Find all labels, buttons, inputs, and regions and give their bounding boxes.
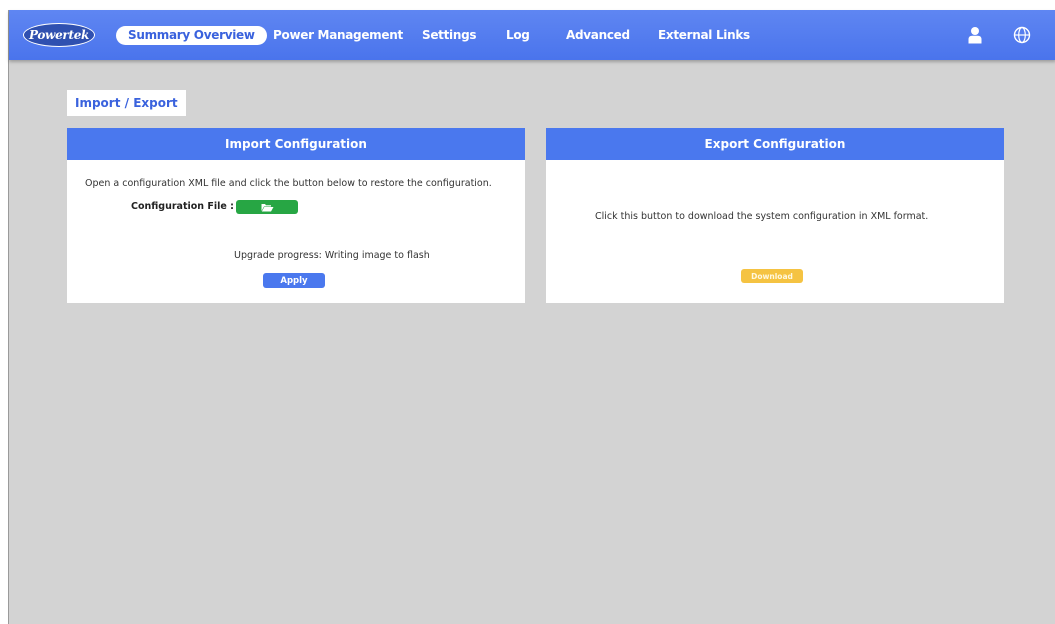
download-button[interactable]: Download — [741, 269, 803, 283]
apply-button[interactable]: Apply — [263, 273, 325, 288]
export-panel-title: Export Configuration — [546, 128, 1004, 160]
user-icon[interactable] — [965, 25, 985, 45]
breadcrumb: Import / Export — [67, 90, 186, 116]
import-description: Open a configuration XML file and click … — [85, 178, 492, 189]
nav-settings[interactable]: Settings — [422, 24, 477, 46]
import-configuration-panel: Import Configuration Open a configuratio… — [67, 128, 525, 303]
nav-power-management[interactable]: Power Management — [273, 24, 403, 46]
top-nav-bar: Powertek Summary Overview Power Manageme… — [9, 10, 1055, 60]
configuration-file-label: Configuration File : — [131, 201, 234, 212]
import-panel-title: Import Configuration — [67, 128, 525, 160]
export-configuration-panel: Export Configuration Click this button t… — [546, 128, 1004, 303]
breadcrumb-text: Import / Export — [75, 96, 178, 110]
upgrade-progress-text: Upgrade progress: Writing image to flash — [234, 250, 430, 261]
logo-text: Powertek — [28, 28, 90, 42]
app-frame: Powertek Summary Overview Power Manageme… — [8, 10, 1055, 624]
choose-file-button[interactable] — [236, 200, 298, 214]
nav-summary-overview[interactable]: Summary Overview — [116, 26, 267, 45]
nav-advanced[interactable]: Advanced — [566, 24, 630, 46]
nav-external-links[interactable]: External Links — [658, 24, 750, 46]
folder-open-icon — [261, 203, 273, 211]
globe-icon[interactable] — [1012, 25, 1032, 45]
export-description: Click this button to download the system… — [595, 211, 929, 222]
nav-log[interactable]: Log — [506, 24, 530, 46]
powertek-logo[interactable]: Powertek — [23, 23, 95, 47]
